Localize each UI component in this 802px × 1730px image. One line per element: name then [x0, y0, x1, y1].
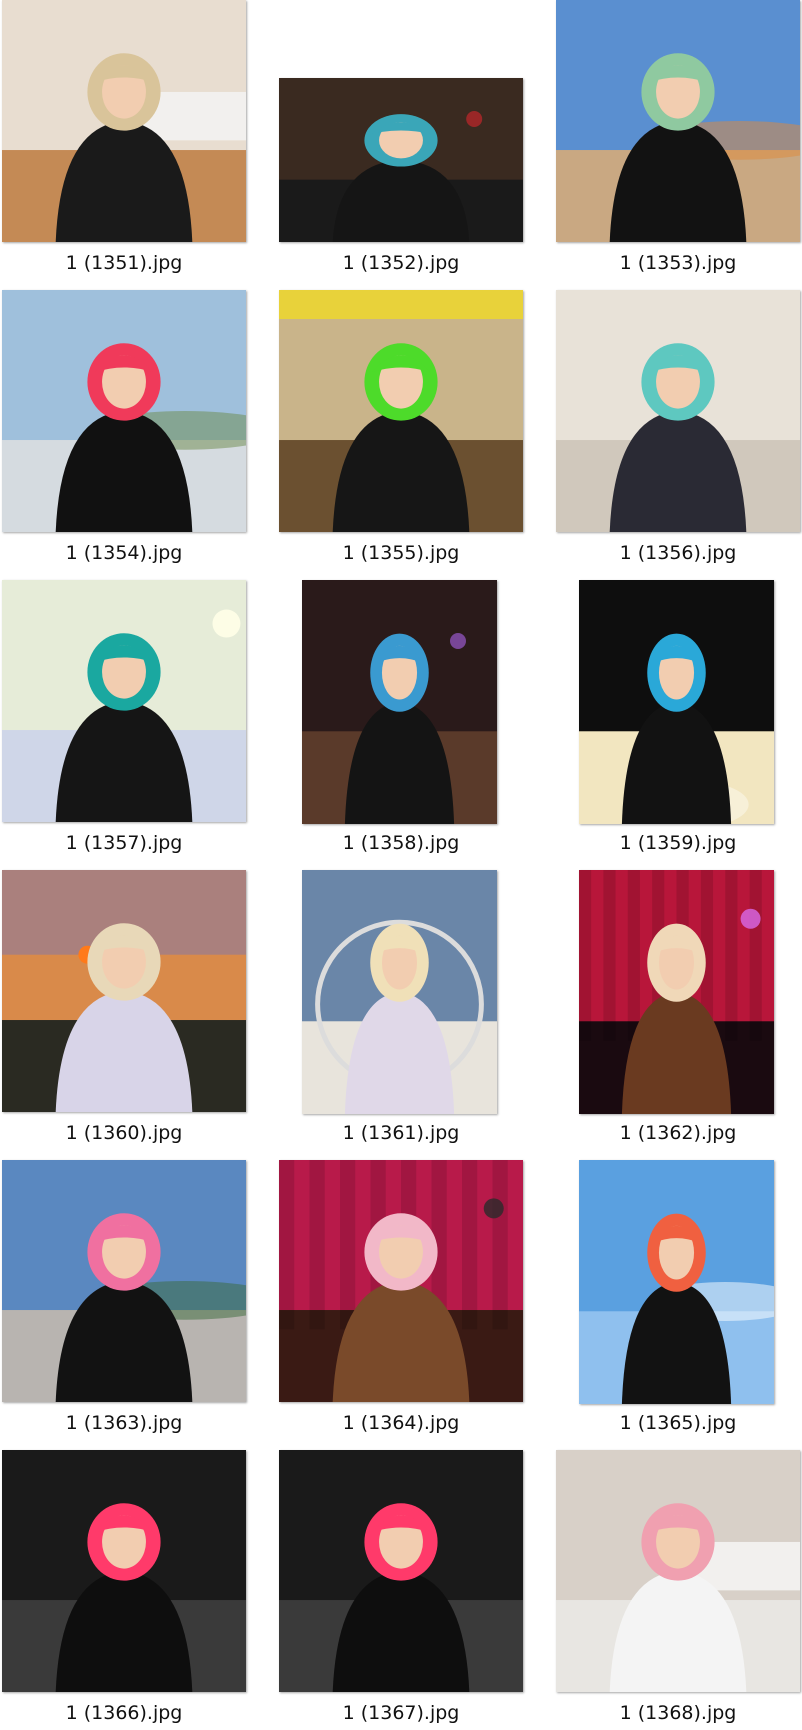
file-name-label[interactable]: 1 (1351).jpg [2, 252, 246, 274]
file-name-label[interactable]: 1 (1367).jpg [279, 1702, 523, 1724]
file-item[interactable]: 1 (1367).jpg [279, 1450, 557, 1730]
photo-image [279, 1450, 523, 1692]
photo-image [302, 580, 497, 824]
file-thumbnail[interactable] [579, 1160, 774, 1404]
file-name-label[interactable]: 1 (1358).jpg [279, 832, 523, 854]
file-thumbnail[interactable] [579, 870, 774, 1114]
file-thumbnail[interactable] [2, 0, 246, 242]
file-name-label[interactable]: 1 (1368).jpg [556, 1702, 800, 1724]
file-item[interactable]: 1 (1355).jpg [279, 290, 557, 570]
file-name-label[interactable]: 1 (1364).jpg [279, 1412, 523, 1434]
file-thumbnail[interactable] [2, 870, 246, 1112]
file-name-label[interactable]: 1 (1361).jpg [279, 1122, 523, 1144]
umbrella [279, 290, 523, 320]
photo-image [579, 580, 774, 824]
file-thumbnail-grid: 1 (1351).jpg 1 (1352).jpg 1 (1353).jpg 1 (1… [0, 0, 802, 1724]
photo-image [556, 1450, 800, 1692]
file-name-label[interactable]: 1 (1365).jpg [556, 1412, 800, 1434]
file-name-label[interactable]: 1 (1357).jpg [2, 832, 246, 854]
file-thumbnail[interactable] [556, 1450, 800, 1692]
file-thumbnail[interactable] [2, 580, 246, 822]
file-thumbnail[interactable] [279, 290, 523, 532]
file-thumbnail[interactable] [2, 290, 246, 532]
file-thumbnail[interactable] [279, 1160, 523, 1402]
photo-image [279, 290, 523, 532]
file-thumbnail[interactable] [556, 290, 800, 532]
file-name-label[interactable]: 1 (1356).jpg [556, 542, 800, 564]
file-name-label[interactable]: 1 (1366).jpg [2, 1702, 246, 1724]
photo-image [2, 1160, 246, 1402]
file-item[interactable]: 1 (1352).jpg [279, 0, 557, 280]
file-item[interactable]: 1 (1351).jpg [2, 0, 280, 280]
photo-image [302, 870, 497, 1114]
file-thumbnail[interactable] [2, 1450, 246, 1692]
file-thumbnail[interactable] [2, 1160, 246, 1402]
file-thumbnail[interactable] [556, 0, 800, 242]
photo-image [2, 580, 246, 822]
file-thumbnail[interactable] [279, 78, 523, 242]
photo-image [2, 0, 246, 242]
file-item[interactable]: 1 (1356).jpg [556, 290, 802, 570]
file-thumbnail[interactable] [579, 580, 774, 824]
file-item[interactable]: 1 (1361).jpg [279, 870, 557, 1150]
file-name-label[interactable]: 1 (1352).jpg [279, 252, 523, 274]
photo-image [579, 870, 774, 1114]
file-name-label[interactable]: 1 (1360).jpg [2, 1122, 246, 1144]
file-item[interactable]: 1 (1363).jpg [2, 1160, 280, 1440]
file-item[interactable]: 1 (1364).jpg [279, 1160, 557, 1440]
file-item[interactable]: 1 (1359).jpg [556, 580, 802, 860]
file-thumbnail[interactable] [302, 870, 497, 1114]
file-item[interactable]: 1 (1362).jpg [556, 870, 802, 1150]
file-item[interactable]: 1 (1358).jpg [279, 580, 557, 860]
photo-image [2, 1450, 246, 1692]
photo-image [556, 290, 800, 532]
photo-image [279, 78, 523, 242]
photo-image [2, 870, 246, 1112]
file-name-label[interactable]: 1 (1353).jpg [556, 252, 800, 274]
file-name-label[interactable]: 1 (1362).jpg [556, 1122, 800, 1144]
file-item[interactable]: 1 (1365).jpg [556, 1160, 802, 1440]
file-thumbnail[interactable] [302, 580, 497, 824]
file-name-label[interactable]: 1 (1359).jpg [556, 832, 800, 854]
photo-image [279, 1160, 523, 1402]
photo-image [579, 1160, 774, 1404]
file-item[interactable]: 1 (1354).jpg [2, 290, 280, 570]
file-item[interactable]: 1 (1353).jpg [556, 0, 802, 280]
file-thumbnail[interactable] [279, 1450, 523, 1692]
file-item[interactable]: 1 (1357).jpg [2, 580, 280, 860]
file-item[interactable]: 1 (1366).jpg [2, 1450, 280, 1730]
photo-image [2, 290, 246, 532]
file-name-label[interactable]: 1 (1355).jpg [279, 542, 523, 564]
file-name-label[interactable]: 1 (1354).jpg [2, 542, 246, 564]
photo-image [556, 0, 800, 242]
file-name-label[interactable]: 1 (1363).jpg [2, 1412, 246, 1434]
file-item[interactable]: 1 (1368).jpg [556, 1450, 802, 1730]
file-item[interactable]: 1 (1360).jpg [2, 870, 280, 1150]
